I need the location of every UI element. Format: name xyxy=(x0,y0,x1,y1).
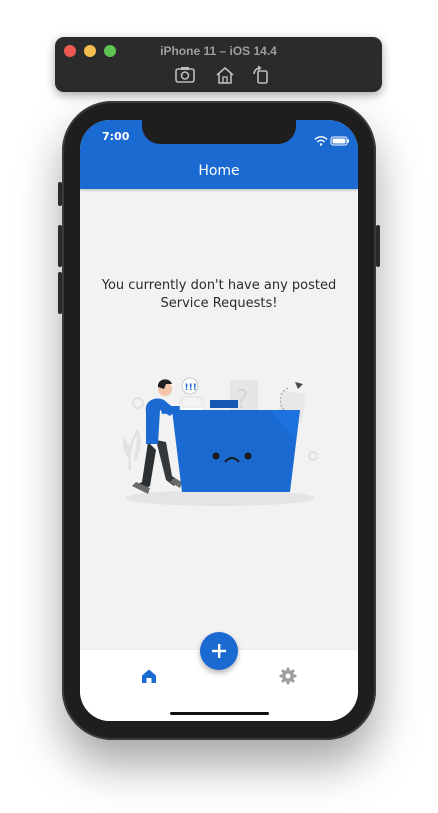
app-bar: 7:00 Home xyxy=(80,120,358,189)
screenshot-icon[interactable] xyxy=(174,65,196,85)
empty-folder-illustration: ? !!! xyxy=(120,370,320,514)
nav-settings-gear-icon[interactable] xyxy=(278,666,298,686)
status-time: 7:00 xyxy=(102,130,130,143)
status-icons xyxy=(314,131,350,150)
app-screen: 7:00 Home You currently don't have any p… xyxy=(80,120,358,721)
volume-up-button xyxy=(58,225,62,267)
svg-text:!!!: !!! xyxy=(185,383,197,393)
simulator-title: iPhone 11 – iOS 14.4 xyxy=(160,44,277,58)
battery-icon xyxy=(330,136,349,146)
volume-down-button xyxy=(58,272,62,314)
simulator-toolbar: iPhone 11 – iOS 14.4 xyxy=(55,37,382,92)
wifi-icon xyxy=(314,136,328,146)
home-icon[interactable] xyxy=(214,65,236,85)
empty-state-message: You currently don't have any posted Serv… xyxy=(101,278,337,311)
page-title: Home xyxy=(198,163,240,179)
power-button xyxy=(376,225,380,267)
mute-switch xyxy=(58,182,62,206)
plus-icon xyxy=(212,644,226,658)
home-indicator[interactable] xyxy=(170,712,269,715)
rotate-icon[interactable] xyxy=(250,65,272,85)
notch xyxy=(142,120,296,144)
add-service-request-button[interactable] xyxy=(200,632,238,670)
nav-home-icon[interactable] xyxy=(139,666,159,686)
